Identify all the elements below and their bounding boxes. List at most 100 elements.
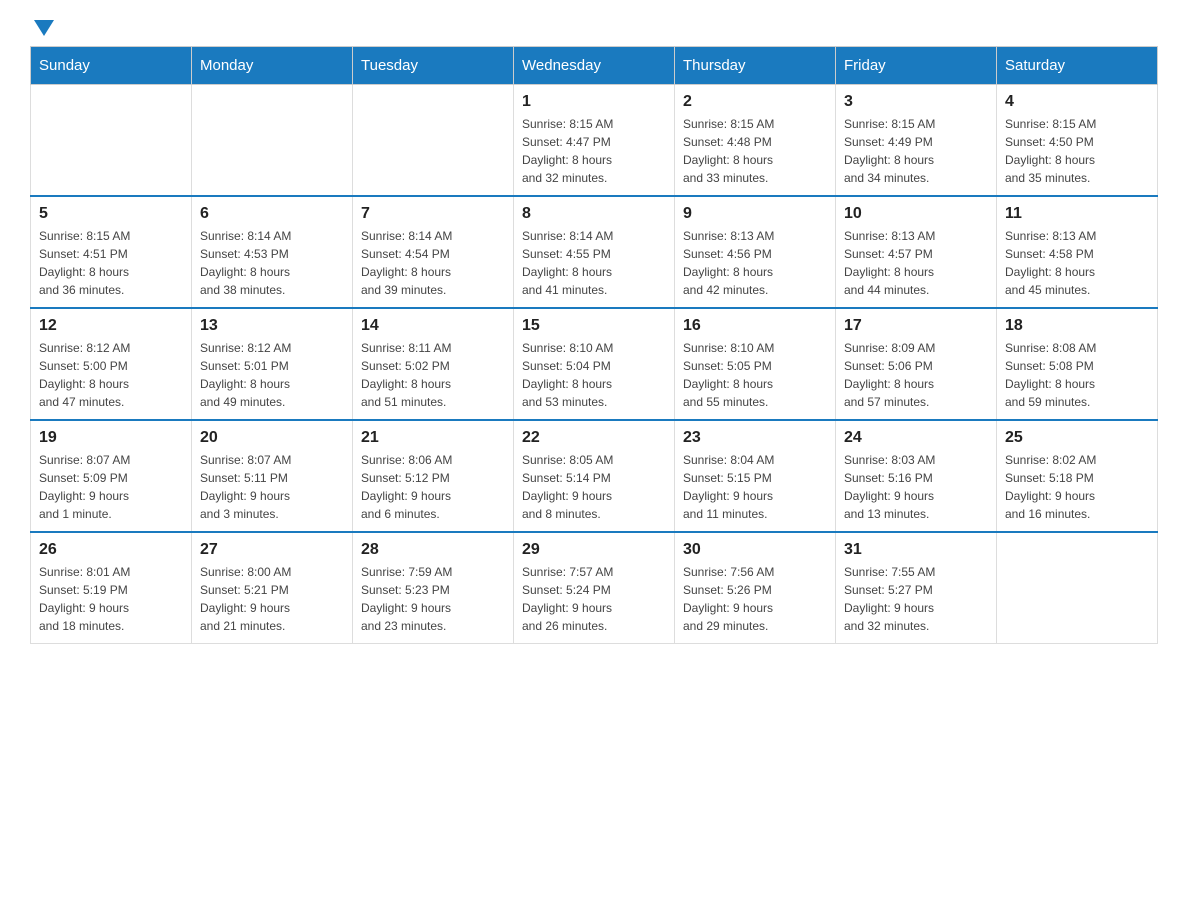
day-number: 23 xyxy=(683,429,827,447)
page-header xyxy=(30,20,1158,36)
day-number: 31 xyxy=(844,541,988,559)
day-info: Sunrise: 8:02 AMSunset: 5:18 PMDaylight:… xyxy=(1005,451,1149,523)
weekday-header-tuesday: Tuesday xyxy=(353,47,514,85)
day-number: 17 xyxy=(844,317,988,335)
day-info: Sunrise: 7:56 AMSunset: 5:26 PMDaylight:… xyxy=(683,563,827,635)
calendar-cell xyxy=(192,85,353,197)
calendar-cell: 21 Sunrise: 8:06 AMSunset: 5:12 PMDayligh… xyxy=(353,420,514,532)
weekday-header-monday: Monday xyxy=(192,47,353,85)
calendar-cell: 16 Sunrise: 8:10 AMSunset: 5:05 PMDayligh… xyxy=(675,308,836,420)
day-info: Sunrise: 8:14 AMSunset: 4:54 PMDaylight:… xyxy=(361,227,505,299)
day-info: Sunrise: 8:13 AMSunset: 4:58 PMDaylight:… xyxy=(1005,227,1149,299)
calendar-cell: 8 Sunrise: 8:14 AMSunset: 4:55 PMDaylight… xyxy=(514,196,675,308)
calendar-week-row: 12 Sunrise: 8:12 AMSunset: 5:00 PMDayligh… xyxy=(31,308,1158,420)
calendar-cell: 19Sunrise: 8:07 AMSunset: 5:09 PMDayligh… xyxy=(31,420,192,532)
day-info: Sunrise: 8:15 AMSunset: 4:48 PMDaylight:… xyxy=(683,115,827,187)
day-number: 9 xyxy=(683,205,827,223)
weekday-header-saturday: Saturday xyxy=(997,47,1158,85)
day-info: Sunrise: 8:14 AMSunset: 4:53 PMDaylight:… xyxy=(200,227,344,299)
day-number: 3 xyxy=(844,93,988,111)
logo xyxy=(30,20,54,36)
calendar-header-row: SundayMondayTuesdayWednesdayThursdayFrid… xyxy=(31,47,1158,85)
calendar-cell: 7 Sunrise: 8:14 AMSunset: 4:54 PMDaylight… xyxy=(353,196,514,308)
calendar-cell: 3 Sunrise: 8:15 AMSunset: 4:49 PMDaylight… xyxy=(836,85,997,197)
calendar-cell: 28Sunrise: 7:59 AMSunset: 5:23 PMDayligh… xyxy=(353,532,514,644)
day-info: Sunrise: 8:07 AMSunset: 5:11 PMDaylight:… xyxy=(200,451,344,523)
day-info: Sunrise: 7:57 AMSunset: 5:24 PMDaylight:… xyxy=(522,563,666,635)
calendar-cell: 30 Sunrise: 7:56 AMSunset: 5:26 PMDayligh… xyxy=(675,532,836,644)
calendar-cell: 26Sunrise: 8:01 AMSunset: 5:19 PMDayligh… xyxy=(31,532,192,644)
calendar-cell: 6Sunrise: 8:14 AMSunset: 4:53 PMDaylight… xyxy=(192,196,353,308)
calendar-cell: 13Sunrise: 8:12 AMSunset: 5:01 PMDayligh… xyxy=(192,308,353,420)
calendar-week-row: 1Sunrise: 8:15 AMSunset: 4:47 PMDaylight… xyxy=(31,85,1158,197)
calendar-cell xyxy=(997,532,1158,644)
day-number: 16 xyxy=(683,317,827,335)
calendar-cell: 23 Sunrise: 8:04 AMSunset: 5:15 PMDayligh… xyxy=(675,420,836,532)
calendar-cell: 29 Sunrise: 7:57 AMSunset: 5:24 PMDayligh… xyxy=(514,532,675,644)
day-info: Sunrise: 8:13 AMSunset: 4:56 PMDaylight:… xyxy=(683,227,827,299)
calendar-cell: 25 Sunrise: 8:02 AMSunset: 5:18 PMDayligh… xyxy=(997,420,1158,532)
day-number: 19 xyxy=(39,429,183,447)
calendar-cell: 4Sunrise: 8:15 AMSunset: 4:50 PMDaylight… xyxy=(997,85,1158,197)
day-number: 25 xyxy=(1005,429,1149,447)
day-number: 7 xyxy=(361,205,505,223)
day-info: Sunrise: 8:15 AMSunset: 4:49 PMDaylight:… xyxy=(844,115,988,187)
calendar-cell: 10 Sunrise: 8:13 AMSunset: 4:57 PMDayligh… xyxy=(836,196,997,308)
day-number: 10 xyxy=(844,205,988,223)
day-info: Sunrise: 8:12 AMSunset: 5:00 PMDaylight:… xyxy=(39,339,183,411)
weekday-header-friday: Friday xyxy=(836,47,997,85)
day-number: 28 xyxy=(361,541,505,559)
day-number: 5 xyxy=(39,205,183,223)
day-number: 30 xyxy=(683,541,827,559)
calendar-cell: 18 Sunrise: 8:08 AMSunset: 5:08 PMDayligh… xyxy=(997,308,1158,420)
calendar-cell xyxy=(353,85,514,197)
day-number: 14 xyxy=(361,317,505,335)
day-info: Sunrise: 8:14 AMSunset: 4:55 PMDaylight:… xyxy=(522,227,666,299)
calendar-week-row: 26Sunrise: 8:01 AMSunset: 5:19 PMDayligh… xyxy=(31,532,1158,644)
day-info: Sunrise: 8:05 AMSunset: 5:14 PMDaylight:… xyxy=(522,451,666,523)
day-info: Sunrise: 8:13 AMSunset: 4:57 PMDaylight:… xyxy=(844,227,988,299)
calendar-cell: 1Sunrise: 8:15 AMSunset: 4:47 PMDaylight… xyxy=(514,85,675,197)
calendar-cell: 14 Sunrise: 8:11 AMSunset: 5:02 PMDayligh… xyxy=(353,308,514,420)
day-info: Sunrise: 8:08 AMSunset: 5:08 PMDaylight:… xyxy=(1005,339,1149,411)
day-info: Sunrise: 8:04 AMSunset: 5:15 PMDaylight:… xyxy=(683,451,827,523)
day-number: 24 xyxy=(844,429,988,447)
weekday-header-wednesday: Wednesday xyxy=(514,47,675,85)
weekday-header-thursday: Thursday xyxy=(675,47,836,85)
calendar-week-row: 5 Sunrise: 8:15 AMSunset: 4:51 PMDaylight… xyxy=(31,196,1158,308)
day-number: 29 xyxy=(522,541,666,559)
day-number: 11 xyxy=(1005,205,1149,223)
logo-triangle-icon xyxy=(34,20,54,36)
calendar-cell: 17 Sunrise: 8:09 AMSunset: 5:06 PMDayligh… xyxy=(836,308,997,420)
calendar-cell: 20 Sunrise: 8:07 AMSunset: 5:11 PMDayligh… xyxy=(192,420,353,532)
day-number: 21 xyxy=(361,429,505,447)
day-number: 15 xyxy=(522,317,666,335)
day-info: Sunrise: 8:10 AMSunset: 5:04 PMDaylight:… xyxy=(522,339,666,411)
weekday-header-sunday: Sunday xyxy=(31,47,192,85)
day-number: 22 xyxy=(522,429,666,447)
calendar-cell: 11 Sunrise: 8:13 AMSunset: 4:58 PMDayligh… xyxy=(997,196,1158,308)
calendar-table: SundayMondayTuesdayWednesdayThursdayFrid… xyxy=(30,46,1158,644)
day-number: 4 xyxy=(1005,93,1149,111)
calendar-cell: 5 Sunrise: 8:15 AMSunset: 4:51 PMDaylight… xyxy=(31,196,192,308)
day-number: 18 xyxy=(1005,317,1149,335)
day-info: Sunrise: 8:09 AMSunset: 5:06 PMDaylight:… xyxy=(844,339,988,411)
day-number: 20 xyxy=(200,429,344,447)
day-info: Sunrise: 8:06 AMSunset: 5:12 PMDaylight:… xyxy=(361,451,505,523)
day-number: 12 xyxy=(39,317,183,335)
calendar-cell: 27Sunrise: 8:00 AMSunset: 5:21 PMDayligh… xyxy=(192,532,353,644)
day-info: Sunrise: 8:01 AMSunset: 5:19 PMDaylight:… xyxy=(39,563,183,635)
day-number: 8 xyxy=(522,205,666,223)
calendar-cell: 2 Sunrise: 8:15 AMSunset: 4:48 PMDaylight… xyxy=(675,85,836,197)
day-info: Sunrise: 8:00 AMSunset: 5:21 PMDaylight:… xyxy=(200,563,344,635)
day-info: Sunrise: 7:55 AMSunset: 5:27 PMDaylight:… xyxy=(844,563,988,635)
day-number: 2 xyxy=(683,93,827,111)
calendar-cell: 12 Sunrise: 8:12 AMSunset: 5:00 PMDayligh… xyxy=(31,308,192,420)
day-info: Sunrise: 8:10 AMSunset: 5:05 PMDaylight:… xyxy=(683,339,827,411)
calendar-week-row: 19Sunrise: 8:07 AMSunset: 5:09 PMDayligh… xyxy=(31,420,1158,532)
day-info: Sunrise: 8:11 AMSunset: 5:02 PMDaylight:… xyxy=(361,339,505,411)
calendar-cell: 9 Sunrise: 8:13 AMSunset: 4:56 PMDaylight… xyxy=(675,196,836,308)
day-info: Sunrise: 8:15 AMSunset: 4:51 PMDaylight:… xyxy=(39,227,183,299)
day-info: Sunrise: 8:03 AMSunset: 5:16 PMDaylight:… xyxy=(844,451,988,523)
calendar-cell: 31 Sunrise: 7:55 AMSunset: 5:27 PMDayligh… xyxy=(836,532,997,644)
